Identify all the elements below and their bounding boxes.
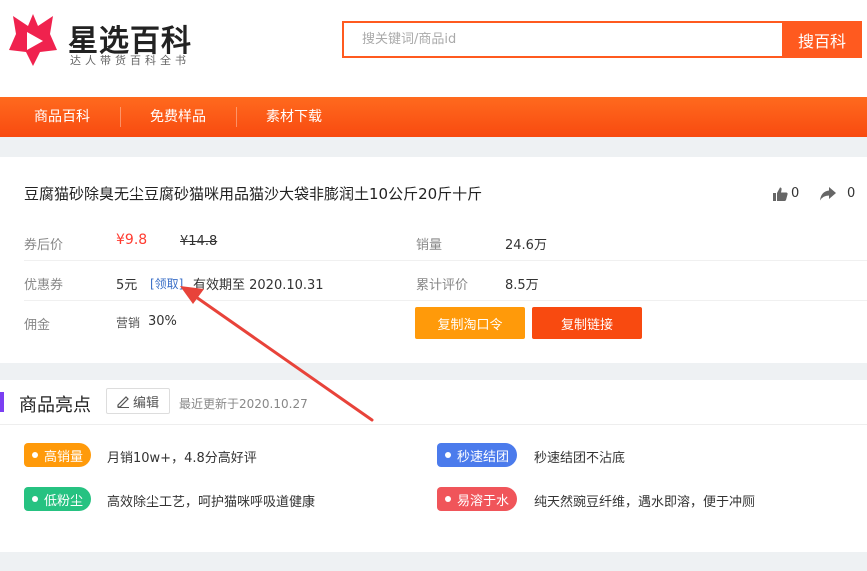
highlight-desc: 纯天然豌豆纤维，遇水即溶，便于冲厕 — [534, 495, 756, 510]
product-card: 豆腐猫砂除臭无尘豆腐砂猫咪用品猫沙大袋非膨润土10公斤20斤十斤 0 0 券后价… — [0, 157, 867, 363]
original-price: ¥14.8 — [180, 234, 218, 249]
sales-value: 24.6万 — [505, 238, 547, 253]
highlights-title: 商品亮点 — [19, 395, 91, 416]
tag-label: 易溶于水 — [457, 493, 510, 509]
tag-label: 秒速结团 — [457, 449, 510, 465]
tag-label: 高销量 — [44, 449, 84, 465]
sales-label: 销量 — [416, 238, 443, 253]
coupon-expiry: 有效期至 2020.10.31 — [193, 278, 324, 293]
tag-dot — [445, 496, 451, 502]
claim-coupon-link[interactable]: [领取] — [150, 275, 183, 292]
highlight-desc: 高效除尘工艺，呵护猫咪呼吸道健康 — [107, 495, 316, 510]
reviews-label: 累计评价 — [416, 278, 469, 293]
tag-low-dust: 低粉尘 — [24, 487, 92, 511]
like-count: 0 — [791, 186, 800, 201]
share-count: 0 — [847, 186, 856, 201]
share-icon — [820, 186, 836, 200]
commission-rate: 30% — [148, 314, 177, 329]
nav-item-materials-download[interactable]: 素材下载 — [236, 105, 352, 129]
coupon-label: 优惠券 — [24, 278, 64, 293]
like-stat[interactable]: 0 — [773, 186, 799, 201]
copy-taokouling-button[interactable]: 复制淘口令 — [415, 307, 525, 339]
price-after-coupon: ¥9.8 — [116, 232, 148, 248]
brand-tagline: 达人带货百科全书 — [70, 54, 190, 67]
nav-item-free-samples[interactable]: 免费样品 — [120, 105, 236, 129]
thumbs-up-icon — [773, 187, 788, 201]
highlights-card: 商品亮点 编辑 最近更新于2020.10.27 高销量 月销10w+，4.8分高… — [0, 380, 867, 552]
tag-dot — [32, 496, 38, 502]
search-input[interactable] — [344, 23, 782, 56]
price-label: 券后价 — [24, 238, 64, 253]
edit-label: 编辑 — [132, 395, 159, 411]
search-box — [342, 21, 782, 58]
tag-label: 低粉尘 — [44, 493, 84, 509]
main-nav: 商品百科 免费样品 素材下载 — [0, 97, 867, 137]
header: 星选百科 达人带货百科全书 搜百科 — [0, 0, 867, 97]
share-stat[interactable]: 0 — [820, 186, 855, 201]
copy-link-button[interactable]: 复制链接 — [532, 307, 642, 339]
section-accent-bar — [0, 392, 4, 412]
info-row-commission: 佣金 营销 30% 复制淘口令 复制链接 — [24, 301, 867, 341]
nav-item-product-wiki[interactable]: 商品百科 — [0, 105, 120, 129]
commission-label: 佣金 — [24, 318, 51, 333]
tag-dot — [32, 452, 38, 458]
tag-dot — [445, 452, 451, 458]
highlight-desc: 秒速结团不沾底 — [534, 451, 626, 466]
search-button[interactable]: 搜百科 — [782, 21, 862, 58]
tag-water-soluble: 易溶于水 — [437, 487, 518, 511]
tag-fast-clumping: 秒速结团 — [437, 443, 518, 467]
logo-icon[interactable] — [8, 12, 58, 68]
product-title: 豆腐猫砂除臭无尘豆腐砂猫咪用品猫沙大袋非膨润土10公斤20斤十斤 — [24, 185, 483, 203]
highlight-desc: 月销10w+，4.8分高好评 — [107, 451, 257, 466]
last-updated: 最近更新于2020.10.27 — [179, 397, 308, 411]
commission-type: 营销 — [116, 316, 141, 330]
info-row-coupon: 优惠券 5元 [领取] 有效期至 2020.10.31 累计评价 8.5万 — [24, 261, 867, 301]
edit-button[interactable]: 编辑 — [106, 388, 170, 414]
tag-high-sales: 高销量 — [24, 443, 92, 467]
pencil-icon — [117, 395, 129, 408]
highlights-header: 商品亮点 编辑 最近更新于2020.10.27 — [0, 380, 867, 425]
coupon-value: 5元 — [116, 278, 138, 293]
info-row-price: 券后价 ¥9.8 ¥14.8 销量 24.6万 — [24, 221, 867, 261]
reviews-value: 8.5万 — [505, 278, 539, 293]
